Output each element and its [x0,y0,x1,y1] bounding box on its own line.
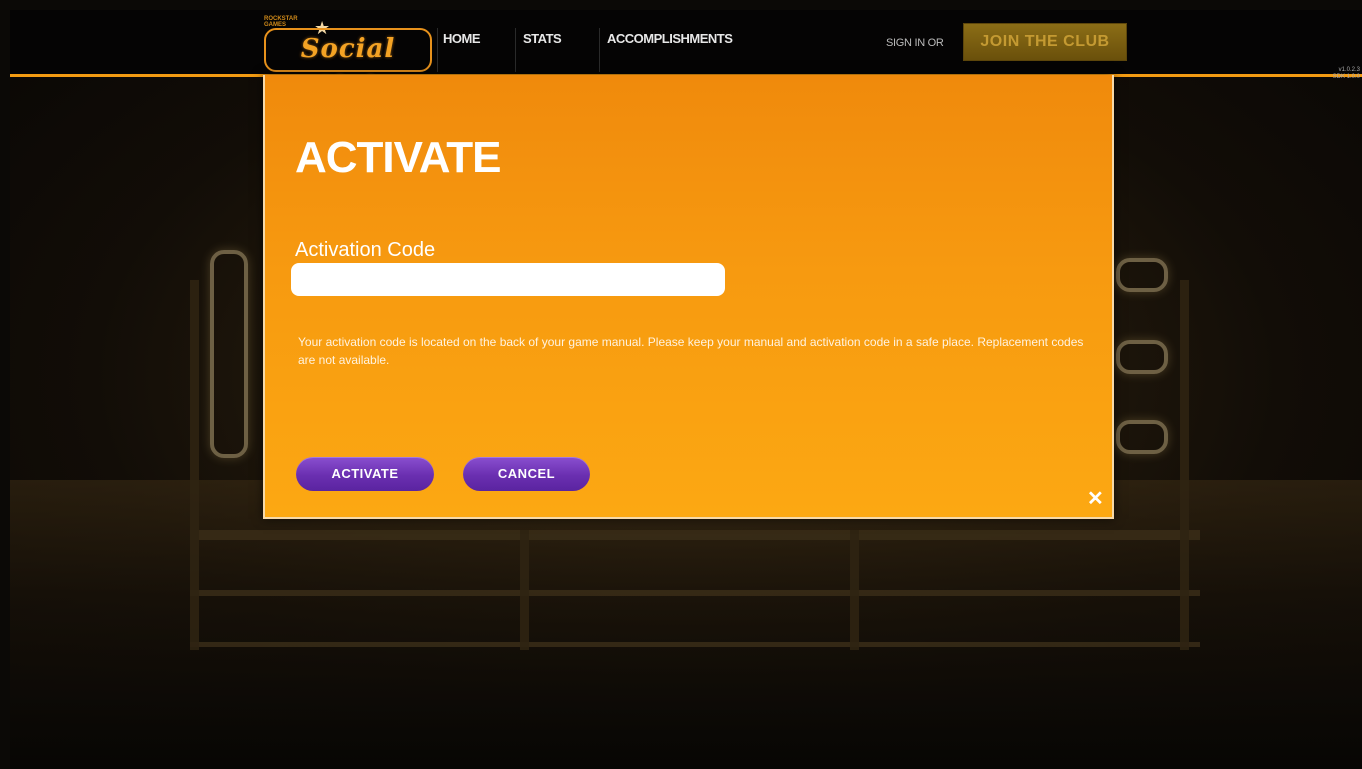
logo-wordmark: Social Club [264,28,432,102]
background-post [190,280,199,650]
nav-divider [437,28,438,72]
background-beam [190,590,1200,596]
activate-button[interactable]: ACTIVATE [296,457,434,491]
join-the-club-button[interactable]: JOIN THE CLUB [963,23,1127,61]
neon-sign-right-1 [1116,258,1168,292]
background-post [1180,280,1189,650]
activation-code-label: Activation Code [295,239,436,261]
version-label: v1.0.2.3 SDK 1.0.0 [1333,67,1360,81]
activate-dialog: ACTIVATE Activation Code Your activation… [263,75,1114,519]
background-post [850,530,859,650]
background-post [520,530,529,650]
neon-sign-right-3 [1116,420,1168,454]
activation-help-text: Your activation code is located on the b… [298,335,1084,367]
nav-divider [599,28,600,72]
version-line: v1.0.2.3 [1338,67,1360,73]
sign-in-link[interactable]: SIGN IN OR [886,37,944,49]
close-icon[interactable]: ✕ [1087,489,1104,509]
nav-accomplishments[interactable]: ACCOMPLISHMENTS [607,31,733,46]
background-beam [190,642,1200,647]
cancel-button[interactable]: CANCEL [463,457,590,491]
neon-sign-right-2 [1116,340,1168,374]
rockstar-logo-text: ROCKSTAR GAMES [264,16,298,28]
background-floor [10,480,1362,769]
dialog-title: ACTIVATE [295,133,501,182]
nav-stats[interactable]: STATS [523,31,562,46]
neon-sign-left [210,250,248,458]
background-beam [190,530,1200,540]
activation-code-input[interactable] [291,263,725,296]
nav-divider [515,28,516,72]
nav-home[interactable]: HOME [443,31,481,46]
top-nav-bar: ROCKSTAR GAMES ★ Social Club HOME STATS … [10,10,1362,102]
sdk-version-line: SDK 1.0.0 [1332,74,1360,80]
social-club-logo[interactable]: ROCKSTAR GAMES ★ Social Club [264,14,434,102]
